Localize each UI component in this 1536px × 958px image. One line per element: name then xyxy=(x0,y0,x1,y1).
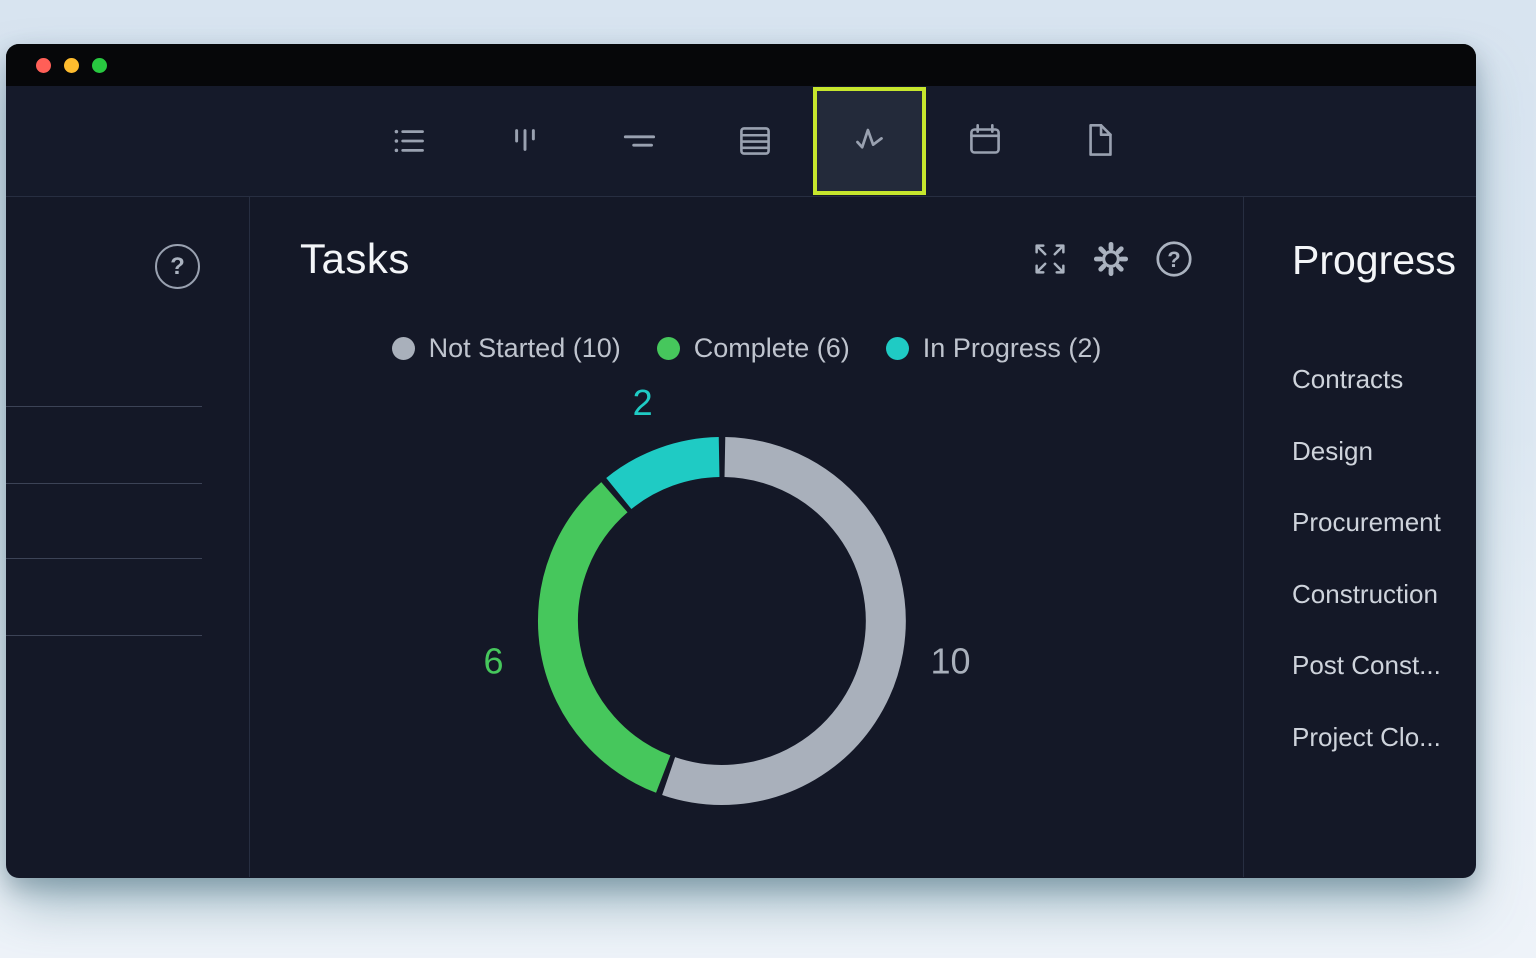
sidebar-divider xyxy=(6,406,202,407)
toolbar-list-icon[interactable] xyxy=(353,87,466,195)
donut-segment-in-progress[interactable] xyxy=(619,457,719,494)
content-area: ? Tasks xyxy=(6,197,1476,877)
sidebar-divider xyxy=(6,483,202,484)
sidebar-help-glyph: ? xyxy=(170,253,185,281)
toolbar-calendar-icon[interactable] xyxy=(928,87,1041,195)
progress-panel-title: Progress xyxy=(1292,237,1456,284)
sidebar-divider xyxy=(6,635,202,636)
tasks-donut-chart[interactable]: 10 6 2 xyxy=(250,197,1244,877)
tasks-panel: Tasks xyxy=(250,197,1244,877)
view-toolbar xyxy=(6,86,1476,197)
donut-value-label: 6 xyxy=(483,640,503,681)
progress-list-item[interactable]: Post Const... xyxy=(1292,630,1441,702)
toolbar-kanban-icon[interactable] xyxy=(468,87,581,195)
window-minimize-button[interactable] xyxy=(64,58,79,73)
app-window: ? Tasks xyxy=(6,44,1476,878)
donut-value-label: 2 xyxy=(633,382,653,423)
progress-list: Contracts Design Procurement Constructio… xyxy=(1292,344,1441,773)
progress-list-item[interactable]: Project Clo... xyxy=(1292,702,1441,774)
window-close-button[interactable] xyxy=(36,58,51,73)
donut-value-label: 10 xyxy=(930,640,970,681)
window-titlebar xyxy=(6,44,1476,86)
progress-list-item[interactable]: Construction xyxy=(1292,559,1441,631)
toolbar-activity-icon[interactable] xyxy=(813,87,926,195)
progress-list-item[interactable]: Procurement xyxy=(1292,487,1441,559)
sidebar-help-icon[interactable]: ? xyxy=(155,244,200,289)
left-sidebar: ? xyxy=(6,197,250,877)
progress-list-item[interactable]: Contracts xyxy=(1292,344,1441,416)
toolbar-table-icon[interactable] xyxy=(698,87,811,195)
progress-panel: Progress Contracts Design Procurement Co… xyxy=(1244,197,1476,877)
donut-segment-complete[interactable] xyxy=(558,497,663,774)
sidebar-divider xyxy=(6,558,202,559)
toolbar-timeline-icon[interactable] xyxy=(583,87,696,195)
toolbar-document-icon[interactable] xyxy=(1043,87,1156,195)
progress-list-item[interactable]: Design xyxy=(1292,416,1441,488)
donut-segment-not-started[interactable] xyxy=(669,457,886,785)
window-zoom-button[interactable] xyxy=(92,58,107,73)
